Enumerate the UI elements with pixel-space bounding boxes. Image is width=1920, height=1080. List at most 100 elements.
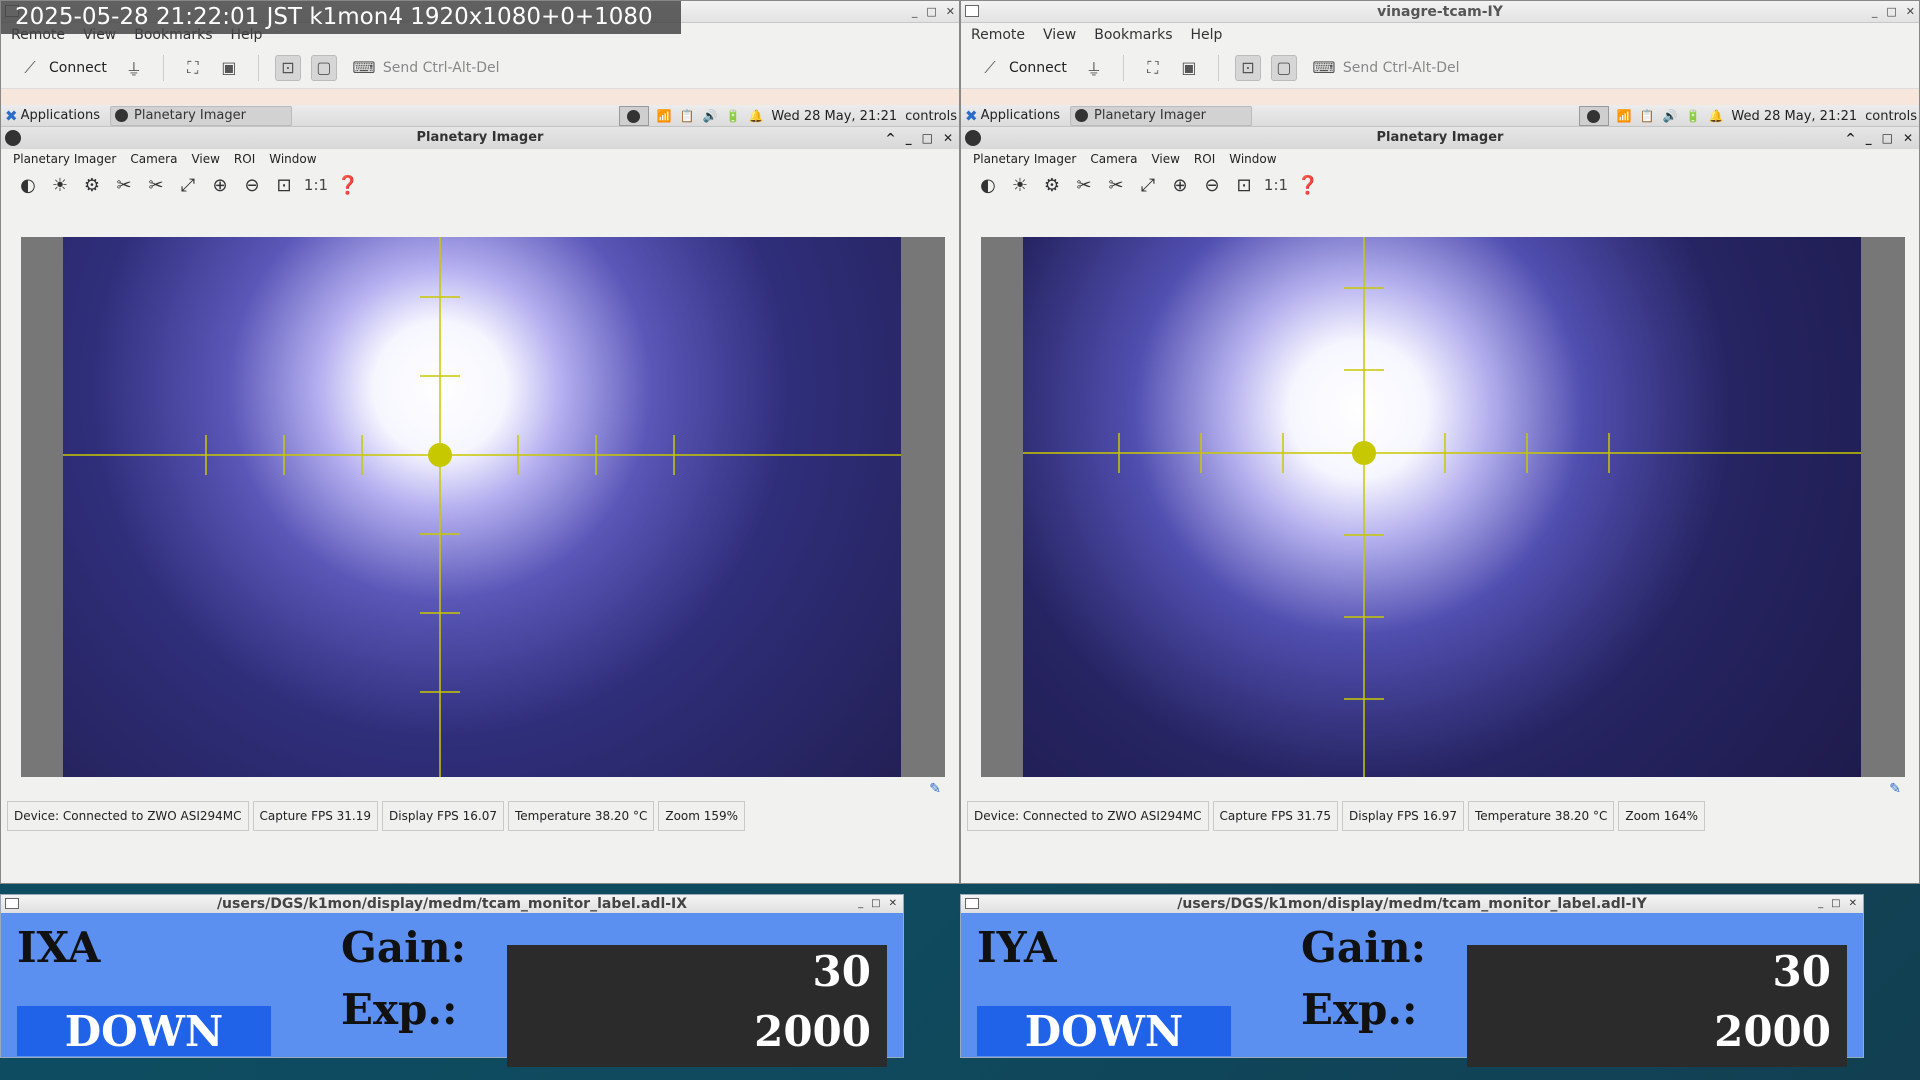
disconnect-icon[interactable]: ⏚ <box>1081 55 1107 81</box>
contrast-icon[interactable]: ◐ <box>15 172 41 198</box>
minimize-icon[interactable]: _ <box>1866 127 1872 149</box>
close-icon[interactable]: ✕ <box>943 127 953 149</box>
app-toolbar: ◐ ☀ ⚙ ✂ ✂ ⤢ ⊕ ⊖ ⊡ 1:1 ❓ <box>1 169 959 201</box>
cut-icon[interactable]: ✂ <box>111 172 137 198</box>
taskbar-planetary-imager[interactable]: Planetary Imager <box>110 105 292 126</box>
scale-icon[interactable]: ⊡ <box>274 54 301 81</box>
readonly-icon[interactable]: ▢ <box>1270 54 1297 81</box>
zoom-1to1-button[interactable]: 1:1 <box>1263 172 1289 198</box>
screenshot-icon[interactable]: ▣ <box>216 55 242 81</box>
cut-roi-icon[interactable]: ✂ <box>1103 172 1129 198</box>
close-icon[interactable]: ✕ <box>1849 895 1857 913</box>
close-icon[interactable]: ✕ <box>1903 127 1913 149</box>
notification-bell-icon[interactable]: 🔔 <box>748 109 763 123</box>
menu-roi[interactable]: ROI <box>234 152 255 166</box>
zoom-fit-icon[interactable]: ⊡ <box>271 172 297 198</box>
window-menu-icon[interactable] <box>965 5 979 17</box>
clock[interactable]: Wed 28 May, 21:21 <box>771 109 897 124</box>
close-icon[interactable]: ✕ <box>1906 1 1915 23</box>
menu-view[interactable]: View <box>1043 27 1076 43</box>
send-ctrl-alt-del-button[interactable]: ⌨ Send Ctrl-Alt-Del <box>347 52 504 84</box>
close-icon[interactable]: ✕ <box>946 1 955 23</box>
applications-menu[interactable]: ✖ Applications <box>961 107 1060 125</box>
zoom-out-icon[interactable]: ⊖ <box>239 172 265 198</box>
notification-bell-icon[interactable]: 🔔 <box>1708 109 1723 123</box>
connect-button[interactable]: ⟋ Connect <box>973 52 1071 84</box>
minimize-icon[interactable]: _ <box>912 1 918 23</box>
maximize-icon[interactable]: □ <box>1831 895 1840 913</box>
readonly-icon[interactable]: ▢ <box>310 54 337 81</box>
maximize-icon[interactable]: □ <box>1886 1 1896 23</box>
corner-icon[interactable]: ✎ <box>929 781 941 797</box>
fit-icon[interactable]: ⤢ <box>1135 172 1161 198</box>
disconnect-icon[interactable]: ⏚ <box>121 55 147 81</box>
help-icon[interactable]: ❓ <box>1295 172 1321 198</box>
menu-window[interactable]: Window <box>269 152 316 166</box>
brightness-icon[interactable]: ☀ <box>47 172 73 198</box>
maximize-icon[interactable]: □ <box>922 127 933 149</box>
clock[interactable]: Wed 28 May, 21:21 <box>1731 109 1857 124</box>
maximize-icon[interactable]: □ <box>926 1 936 23</box>
volume-icon[interactable]: 🔊 <box>703 109 718 123</box>
workspace-icon[interactable] <box>618 106 649 126</box>
settings-gear-icon[interactable]: ⚙ <box>1039 172 1065 198</box>
image-viewport[interactable]: ✎ <box>981 237 1905 797</box>
zoom-out-icon[interactable]: ⊖ <box>1199 172 1225 198</box>
menu-camera[interactable]: Camera <box>1090 152 1137 166</box>
taskbar-planetary-imager[interactable]: Planetary Imager <box>1070 105 1252 126</box>
power-icon[interactable]: 🔋 <box>725 109 740 123</box>
corner-icon[interactable]: ✎ <box>1889 781 1901 797</box>
fit-icon[interactable]: ⤢ <box>175 172 201 198</box>
menu-help[interactable]: Help <box>1190 27 1222 43</box>
window-menu-icon[interactable] <box>5 898 19 909</box>
window-menu-icon[interactable] <box>965 898 979 909</box>
menu-remote[interactable]: Remote <box>971 27 1025 43</box>
screenshot-icon[interactable]: ▣ <box>1176 55 1202 81</box>
minimize-icon[interactable]: _ <box>858 895 863 913</box>
app-menubar: Planetary Imager Camera View ROI Window <box>1 149 959 169</box>
menu-roi[interactable]: ROI <box>1194 152 1215 166</box>
menu-view[interactable]: View <box>1151 152 1179 166</box>
menu-planetary-imager[interactable]: Planetary Imager <box>973 152 1076 166</box>
network-icon[interactable]: 📶 <box>1617 109 1632 123</box>
network-icon[interactable]: 📶 <box>657 109 672 123</box>
maximize-icon[interactable]: □ <box>871 895 880 913</box>
connect-button[interactable]: ⟋ Connect <box>13 52 111 84</box>
zoom-in-icon[interactable]: ⊕ <box>1167 172 1193 198</box>
value-display: 30 2000 <box>507 945 887 1067</box>
shade-icon[interactable]: ^ <box>1846 127 1856 149</box>
applications-menu[interactable]: ✖ Applications <box>1 107 100 125</box>
clipboard-icon[interactable]: 📋 <box>1640 109 1655 123</box>
temperature: Temperature 38.20 °C <box>507 801 655 831</box>
minimize-icon[interactable]: _ <box>1872 1 1878 23</box>
menu-planetary-imager[interactable]: Planetary Imager <box>13 152 116 166</box>
minimize-icon[interactable]: _ <box>1818 895 1823 913</box>
scale-icon[interactable]: ⊡ <box>1234 54 1261 81</box>
fullscreen-icon[interactable]: ⛶ <box>180 55 206 81</box>
maximize-icon[interactable]: □ <box>1882 127 1893 149</box>
shade-icon[interactable]: ^ <box>886 127 896 149</box>
minimize-icon[interactable]: _ <box>906 127 912 149</box>
close-icon[interactable]: ✕ <box>889 895 897 913</box>
fullscreen-icon[interactable]: ⛶ <box>1140 55 1166 81</box>
menu-window[interactable]: Window <box>1229 152 1276 166</box>
help-icon[interactable]: ❓ <box>335 172 361 198</box>
zoom-in-icon[interactable]: ⊕ <box>207 172 233 198</box>
cut-icon[interactable]: ✂ <box>1071 172 1097 198</box>
send-ctrl-alt-del-button[interactable]: ⌨ Send Ctrl-Alt-Del <box>1307 52 1464 84</box>
workspace-icon[interactable] <box>1578 106 1609 126</box>
brightness-icon[interactable]: ☀ <box>1007 172 1033 198</box>
image-viewport[interactable]: ✎ <box>21 237 945 797</box>
toolbar-separator <box>1217 54 1219 81</box>
volume-icon[interactable]: 🔊 <box>1663 109 1678 123</box>
power-icon[interactable]: 🔋 <box>1685 109 1700 123</box>
clipboard-icon[interactable]: 📋 <box>680 109 695 123</box>
zoom-fit-icon[interactable]: ⊡ <box>1231 172 1257 198</box>
zoom-1to1-button[interactable]: 1:1 <box>303 172 329 198</box>
menu-bookmarks[interactable]: Bookmarks <box>1094 27 1172 43</box>
settings-gear-icon[interactable]: ⚙ <box>79 172 105 198</box>
cut-roi-icon[interactable]: ✂ <box>143 172 169 198</box>
menu-view[interactable]: View <box>191 152 219 166</box>
contrast-icon[interactable]: ◐ <box>975 172 1001 198</box>
menu-camera[interactable]: Camera <box>130 152 177 166</box>
